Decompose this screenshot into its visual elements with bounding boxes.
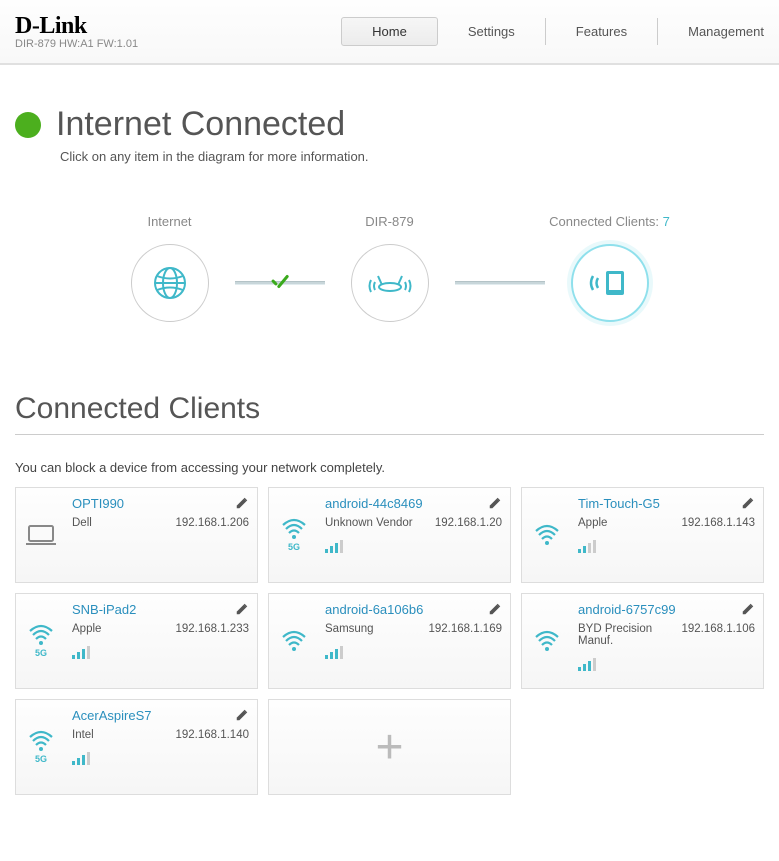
client-ip: 192.168.1.143 [681, 517, 755, 529]
nav-features[interactable]: Features [546, 18, 658, 45]
client-name[interactable]: OPTI990 [72, 496, 249, 511]
signal-icon [578, 657, 596, 671]
client-ip: 192.168.1.169 [428, 623, 502, 635]
diagram-clients-count: 7 [663, 214, 670, 229]
computer-icon [16, 488, 66, 582]
status-row: Internet Connected [15, 105, 764, 144]
diagram-link-left [235, 244, 325, 322]
diagram-router[interactable]: DIR-879 [325, 214, 455, 322]
diagram-link-right [455, 244, 545, 322]
signal-icon [325, 539, 343, 553]
nav-settings[interactable]: Settings [438, 18, 546, 45]
header: D-Link DIR-879 HW:A1 FW:1.01 HomeSetting… [0, 0, 779, 65]
add-client-button[interactable]: + [268, 699, 511, 795]
client-card: 5G AcerAspireS7 Intel 192.168.1.140 [15, 699, 258, 795]
band-label: 5G [288, 542, 300, 552]
client-ip: 192.168.1.106 [681, 623, 755, 647]
nav-home[interactable]: Home [341, 17, 438, 46]
network-diagram: Internet DIR-879 [15, 214, 764, 322]
client-body: android-44c8469 Unknown Vendor 192.168.1… [319, 488, 510, 582]
client-card: android-6a106b6 Samsung 192.168.1.169 [268, 593, 511, 689]
client-name[interactable]: android-44c8469 [325, 496, 502, 511]
client-card: 5G android-44c8469 Unknown Vendor 192.16… [268, 487, 511, 583]
client-ip: 192.168.1.140 [175, 729, 249, 741]
client-card: 5G SNB-iPad2 Apple 192.168.1.233 [15, 593, 258, 689]
client-name[interactable]: android-6757c99 [578, 602, 755, 617]
wifi-icon: 5G [269, 488, 319, 582]
status-section: Internet Connected Click on any item in … [0, 65, 779, 322]
client-vendor: Intel [72, 729, 94, 741]
client-name[interactable]: SNB-iPad2 [72, 602, 249, 617]
signal-icon [72, 751, 90, 765]
diagram-internet-label: Internet [147, 214, 191, 229]
wifi-icon: 5G [16, 700, 66, 794]
wifi-icon: 5G [16, 594, 66, 688]
client-body: Tim-Touch-G5 Apple 192.168.1.143 [572, 488, 763, 582]
client-card: OPTI990 Dell 192.168.1.206 [15, 487, 258, 583]
client-ip: 192.168.1.206 [175, 517, 249, 529]
main-nav: HomeSettingsFeaturesManagement [138, 17, 764, 46]
clients-section: Connected Clients You can block a device… [0, 392, 779, 795]
client-vendor: Dell [72, 517, 92, 529]
client-vendor: Apple [72, 623, 101, 635]
band-label: 5G [35, 648, 47, 658]
client-ip: 192.168.1.233 [175, 623, 249, 635]
client-body: AcerAspireS7 Intel 192.168.1.140 [66, 700, 257, 794]
diagram-internet[interactable]: Internet [105, 214, 235, 322]
wifi-icon [269, 594, 319, 688]
wifi-icon [522, 488, 572, 582]
edit-icon[interactable] [741, 602, 755, 616]
status-subtitle: Click on any item in the diagram for mor… [60, 149, 764, 164]
diagram-clients-label: Connected Clients: 7 [549, 214, 670, 229]
clients-grid: OPTI990 Dell 192.168.1.206 5G android-44… [15, 487, 764, 795]
brand-logo: D-Link [15, 13, 138, 40]
client-card: android-6757c99 BYD Precision Manuf. 192… [521, 593, 764, 689]
client-vendor: Unknown Vendor [325, 517, 413, 529]
edit-icon[interactable] [488, 496, 502, 510]
client-body: SNB-iPad2 Apple 192.168.1.233 [66, 594, 257, 688]
nav-management[interactable]: Management [658, 18, 764, 45]
edit-icon[interactable] [235, 602, 249, 616]
client-name[interactable]: android-6a106b6 [325, 602, 502, 617]
client-body: OPTI990 Dell 192.168.1.206 [66, 488, 257, 582]
globe-icon [131, 244, 209, 322]
status-indicator-icon [15, 112, 41, 138]
signal-icon [72, 645, 90, 659]
check-icon [268, 273, 292, 293]
client-card: Tim-Touch-G5 Apple 192.168.1.143 [521, 487, 764, 583]
client-name[interactable]: Tim-Touch-G5 [578, 496, 755, 511]
client-body: android-6a106b6 Samsung 192.168.1.169 [319, 594, 510, 688]
diagram-clients[interactable]: Connected Clients: 7 [545, 214, 675, 322]
clients-icon [571, 244, 649, 322]
clients-subtitle: You can block a device from accessing yo… [15, 460, 764, 475]
client-body: android-6757c99 BYD Precision Manuf. 192… [572, 594, 763, 688]
router-icon [351, 244, 429, 322]
client-name[interactable]: AcerAspireS7 [72, 708, 249, 723]
model-label: DIR-879 HW:A1 FW:1.01 [15, 38, 138, 50]
edit-icon[interactable] [235, 496, 249, 510]
band-label: 5G [35, 754, 47, 764]
client-vendor: BYD Precision Manuf. [578, 623, 681, 647]
edit-icon[interactable] [488, 602, 502, 616]
wifi-icon [522, 594, 572, 688]
diagram-router-label: DIR-879 [365, 214, 413, 229]
signal-icon [578, 539, 596, 553]
clients-title: Connected Clients [15, 392, 764, 435]
signal-icon [325, 645, 343, 659]
status-title: Internet Connected [56, 105, 345, 144]
client-ip: 192.168.1.20 [435, 517, 502, 529]
brand: D-Link DIR-879 HW:A1 FW:1.01 [15, 13, 138, 50]
diagram-clients-text: Connected Clients: [549, 214, 659, 229]
client-vendor: Apple [578, 517, 607, 529]
edit-icon[interactable] [741, 496, 755, 510]
client-vendor: Samsung [325, 623, 374, 635]
edit-icon[interactable] [235, 708, 249, 722]
